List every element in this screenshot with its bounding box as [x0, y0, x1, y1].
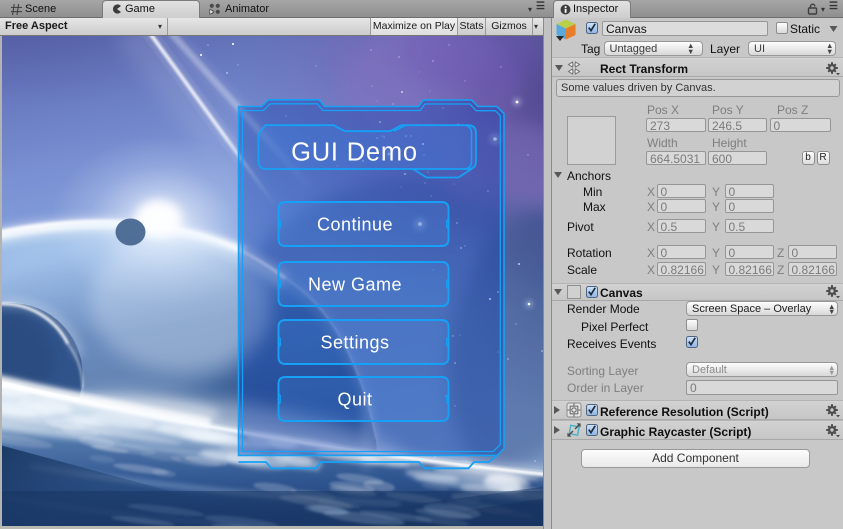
- svg-text:Settings: Settings: [320, 333, 389, 353]
- svg-text:New Game: New Game: [308, 275, 402, 295]
- svg-text:GUI Demo: GUI Demo: [291, 139, 418, 167]
- svg-text:Quit: Quit: [337, 390, 372, 410]
- svg-text:Continue: Continue: [317, 215, 393, 235]
